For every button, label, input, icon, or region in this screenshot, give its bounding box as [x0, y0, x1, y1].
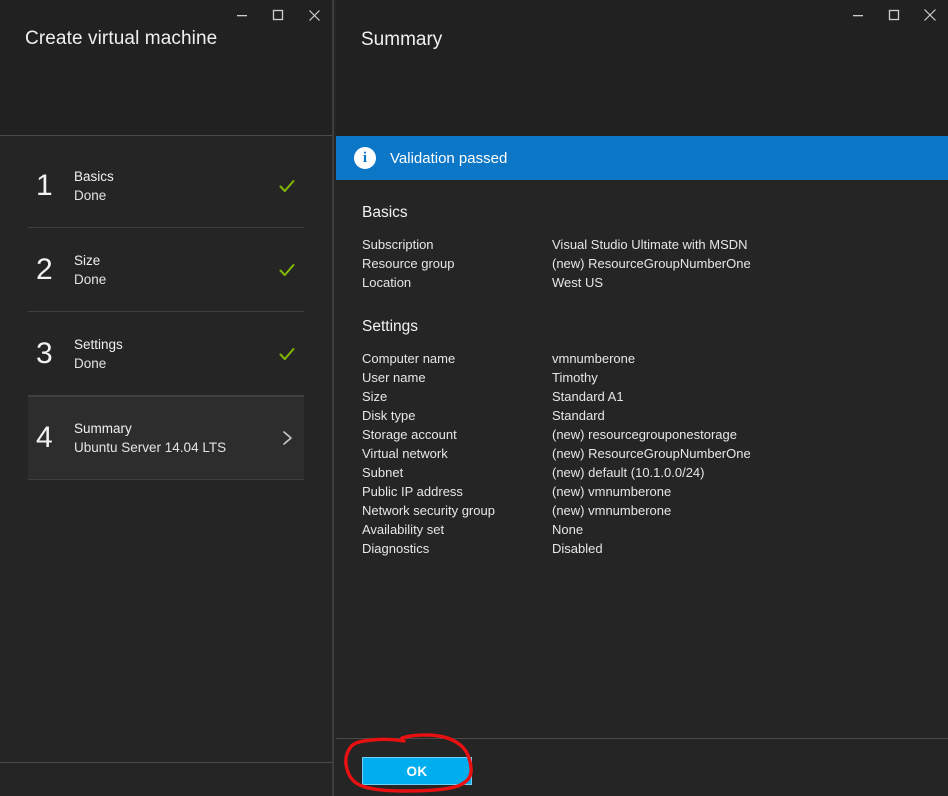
step-number: 3 [36, 336, 53, 370]
left-window-controls [224, 0, 332, 30]
screen: Create virtual machine 1 Basics Done 2 S [0, 0, 948, 796]
step-status: Done [74, 271, 107, 287]
chevron-right-icon [283, 431, 292, 445]
row-key: Subscription [362, 237, 434, 252]
step-text: Basics Done [74, 167, 270, 205]
minimize-icon[interactable] [840, 0, 876, 30]
row-key: Virtual network [362, 446, 448, 461]
maximize-icon[interactable] [260, 0, 296, 30]
table-row: Resource group (new) ResourceGroupNumber… [362, 254, 751, 273]
table-row: Network security group (new) vmnumberone [362, 501, 751, 520]
step-text: Summary Ubuntu Server 14.04 LTS [74, 419, 270, 457]
settings-table: Computer name vmnumberone User name Timo… [362, 349, 751, 558]
minimize-icon[interactable] [224, 0, 260, 30]
wizard-step-summary[interactable]: 4 Summary Ubuntu Server 14.04 LTS [28, 396, 304, 480]
summary-window: Summary i Validation passed Basics Subsc… [336, 0, 948, 796]
check-icon [279, 347, 295, 360]
step-title: Size [74, 252, 101, 268]
create-vm-window: Create virtual machine 1 Basics Done 2 S [0, 0, 334, 796]
close-icon[interactable] [912, 0, 948, 30]
section-heading: Settings [362, 318, 419, 335]
row-value: Timothy [552, 370, 598, 385]
table-row: Disk type Standard [362, 406, 751, 425]
table-row: Virtual network (new) ResourceGroupNumbe… [362, 444, 751, 463]
row-value: (new) ResourceGroupNumberOne [552, 446, 751, 461]
close-icon[interactable] [296, 0, 332, 30]
row-key: Size [362, 389, 388, 404]
row-key: Disk type [362, 408, 416, 423]
wizard-steps: 1 Basics Done 2 Size Done 3 Settings Don… [0, 136, 332, 480]
step-status: Done [74, 355, 107, 371]
table-row: Size Standard A1 [362, 387, 751, 406]
step-status: Done [74, 187, 107, 203]
row-key: Resource group [362, 256, 455, 271]
left-titlebar: Create virtual machine [0, 0, 332, 136]
step-number: 1 [36, 168, 53, 202]
row-value: Disabled [552, 541, 603, 556]
step-title: Basics [74, 168, 114, 184]
summary-footer: OK [336, 738, 948, 796]
wizard-step-basics[interactable]: 1 Basics Done [28, 144, 304, 228]
step-status: Ubuntu Server 14.04 LTS [74, 440, 227, 455]
table-row: Subscription Visual Studio Ultimate with… [362, 235, 751, 254]
row-key: Public IP address [362, 484, 463, 499]
row-key: Availability set [362, 522, 445, 537]
row-key: Storage account [362, 427, 457, 442]
wizard-step-size[interactable]: 2 Size Done [28, 228, 304, 312]
step-title: Summary [74, 421, 132, 436]
row-value: (new) ResourceGroupNumberOne [552, 256, 751, 271]
table-row: Diagnostics Disabled [362, 539, 751, 558]
step-number: 4 [36, 421, 53, 454]
row-key: Subnet [362, 465, 404, 480]
row-value: Standard [552, 408, 605, 423]
right-window-controls [840, 0, 948, 30]
row-key: User name [362, 370, 426, 385]
step-text: Settings Done [74, 335, 270, 373]
check-icon [279, 263, 295, 276]
section-heading: Basics [362, 204, 408, 221]
table-row: User name Timothy [362, 368, 751, 387]
ok-button[interactable]: OK [362, 757, 472, 785]
row-key: Diagnostics [362, 541, 430, 556]
step-mark [270, 177, 304, 195]
wizard-step-settings[interactable]: 3 Settings Done [28, 312, 304, 396]
table-row: Public IP address (new) vmnumberone [362, 482, 751, 501]
step-number: 2 [36, 252, 53, 286]
check-icon [279, 179, 295, 192]
basics-table: Subscription Visual Studio Ultimate with… [362, 235, 751, 292]
summary-title: Summary [361, 29, 443, 50]
row-key: Computer name [362, 351, 456, 366]
step-mark [270, 261, 304, 279]
row-value: None [552, 522, 584, 537]
step-mark [270, 429, 304, 447]
validation-message: Validation passed [390, 149, 508, 167]
left-footer [0, 763, 332, 796]
section-basics: Basics Subscription Visual Studio Ultima… [362, 204, 948, 292]
summary-content: Basics Subscription Visual Studio Ultima… [336, 180, 948, 738]
row-value: (new) resourcegrouponestorage [552, 427, 737, 442]
row-value: (new) vmnumberone [552, 503, 672, 518]
maximize-icon[interactable] [876, 0, 912, 30]
table-row: Computer name vmnumberone [362, 349, 751, 368]
page-title: Create virtual machine [25, 28, 218, 49]
step-text: Size Done [74, 251, 270, 289]
row-value: (new) default (10.1.0.0/24) [552, 465, 705, 480]
table-row: Subnet (new) default (10.1.0.0/24) [362, 463, 751, 482]
step-mark [270, 345, 304, 363]
row-value: vmnumberone [552, 351, 636, 366]
table-row: Availability set None [362, 520, 751, 539]
row-value: (new) vmnumberone [552, 484, 672, 499]
row-value: Standard A1 [552, 389, 624, 404]
right-titlebar: Summary [336, 0, 948, 136]
table-row: Storage account (new) resourcegrouponest… [362, 425, 751, 444]
row-value: Visual Studio Ultimate with MSDN [552, 237, 748, 252]
validation-banner: i Validation passed [336, 136, 948, 180]
row-key: Network security group [362, 503, 495, 518]
table-row: Location West US [362, 273, 751, 292]
row-value: West US [552, 275, 604, 290]
step-title: Settings [74, 336, 123, 352]
row-key: Location [362, 275, 412, 290]
section-settings: Settings Computer name vmnumberone User … [362, 318, 948, 558]
info-icon: i [354, 147, 376, 169]
